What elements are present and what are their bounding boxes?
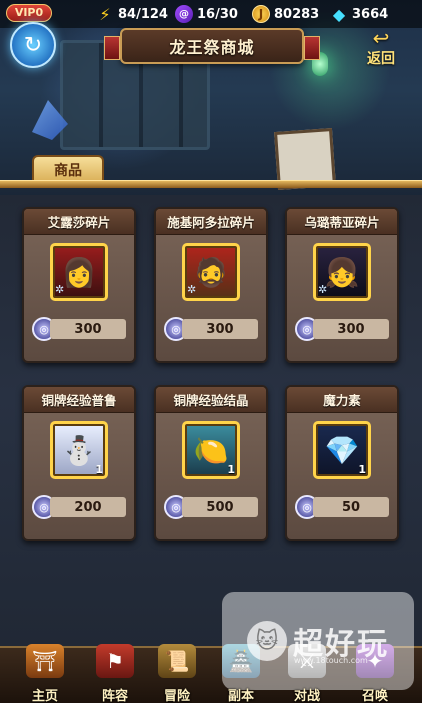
resource-bar: VIP0 ⚡ 84/124 @ 16/30 J 80283 ◆ 3664: [0, 0, 422, 28]
price-bar: 500: [182, 497, 258, 517]
price-bar: 300: [313, 319, 389, 339]
item-count: 1: [95, 463, 103, 476]
price-bar: 300: [50, 319, 126, 339]
shop-item-card[interactable]: 铜牌经验普鲁 ⛄ 1 ◎ 200: [22, 385, 136, 541]
vip-badge[interactable]: VIP0: [6, 4, 52, 22]
fragment-icon: ✲: [318, 283, 328, 296]
shop-item-header: 魔力素: [287, 387, 397, 413]
back-arrow-icon: ↩: [372, 26, 390, 50]
shop-item-name: 魔力素: [323, 393, 361, 408]
item-portrait: 🧔 ✲: [182, 243, 240, 301]
gold-coin-icon: J: [252, 5, 270, 23]
nav-battle-label: 对战: [293, 689, 320, 703]
fragment-icon: ✲: [55, 283, 65, 296]
item-portrait: 🍋 1: [182, 421, 240, 479]
shop-item-card[interactable]: 艾露莎碎片 👩 ✲ ◎ 300: [22, 207, 136, 363]
item-price: 200: [74, 499, 102, 515]
nav-adventure-label: 冒险: [163, 689, 190, 703]
coin-value: 80283: [274, 6, 320, 22]
shop-item-card[interactable]: 施基阿多拉碎片 🧔 ✲ ◎ 300: [154, 207, 268, 363]
item-count: 1: [227, 463, 235, 476]
nav-summon-label: 召唤: [361, 689, 388, 703]
home-icon: ⛩: [26, 644, 64, 678]
tab-goods-label: 商品: [54, 163, 82, 179]
nav-home[interactable]: ⛩ 主页: [14, 644, 76, 703]
shop-item-name: 铜牌经验普鲁: [41, 393, 117, 408]
item-portrait: 💎 1: [313, 421, 371, 479]
nav-lineup-label: 阵容: [101, 689, 128, 703]
nav-lineup[interactable]: ⚑ 阵容: [84, 644, 146, 703]
item-portrait: ⛄ 1: [50, 421, 108, 479]
banner-icon: ⚑: [96, 644, 134, 678]
item-count: 1: [358, 463, 366, 476]
lightning-icon: ⚡: [99, 4, 111, 24]
price-bar: 50: [313, 497, 389, 517]
tab-goods[interactable]: 商品: [32, 155, 104, 183]
price-bar: 200: [50, 497, 126, 517]
back-label: 返回: [367, 51, 395, 67]
shop-item-header: 铜牌经验普鲁: [24, 387, 134, 413]
item-price: 300: [337, 321, 365, 337]
cat-logo-icon: 🐱: [247, 621, 287, 661]
nav-adventure[interactable]: 📜 冒险: [146, 644, 208, 703]
spiral-token-icon: @: [175, 5, 193, 23]
item-portrait: 👩 ✲: [50, 243, 108, 301]
energy-value: 84/124: [118, 6, 168, 22]
shop-item-header: 乌璐蒂亚碎片: [287, 209, 397, 235]
spiral-value: 16/30: [197, 6, 238, 22]
item-price: 500: [206, 499, 234, 515]
fragment-icon: ✲: [187, 283, 197, 296]
energy-counter[interactable]: ⚡ 84/124: [96, 3, 168, 25]
item-price: 300: [74, 321, 102, 337]
item-portrait: 👧 ✲: [313, 243, 371, 301]
shop-item-card[interactable]: 乌璐蒂亚碎片 👧 ✲ ◎ 300: [285, 207, 399, 363]
title-banner: 龙王祭商城: [104, 28, 320, 64]
shop-item-header: 铜牌经验结晶: [156, 387, 266, 413]
shelf-rail: [0, 180, 422, 188]
page-title: 龙王祭商城: [169, 38, 255, 57]
gem-counter[interactable]: ◆ 3664: [330, 3, 388, 25]
shop-item-header: 施基阿多拉碎片: [156, 209, 266, 235]
shop-item-name: 艾露莎碎片: [47, 215, 111, 230]
watermark-url: www.18touch.com: [294, 656, 368, 665]
shop-item-card[interactable]: 铜牌经验结晶 🍋 1 ◎ 500: [154, 385, 268, 541]
spiral-counter[interactable]: @ 16/30: [175, 3, 238, 25]
back-button[interactable]: ↩ 返回: [356, 28, 406, 70]
gem-value: 3664: [352, 6, 389, 22]
item-price: 300: [206, 321, 234, 337]
adventure-book-icon: 📜: [158, 644, 196, 678]
price-bar: 300: [182, 319, 258, 339]
nav-home-label: 主页: [31, 689, 58, 703]
shop-item-header: 艾露莎碎片: [24, 209, 134, 235]
swirl-icon: ↻: [23, 32, 43, 58]
nav-dungeon-label: 副本: [227, 689, 254, 703]
item-price: 50: [341, 499, 361, 515]
floating-menu-button[interactable]: ↻: [10, 22, 56, 68]
shop-item-card[interactable]: 魔力素 💎 1 ◎ 50: [285, 385, 399, 541]
diamond-icon: ◆: [332, 4, 346, 24]
shop-item-name: 铜牌经验结晶: [173, 393, 249, 408]
watermark: 🐱 超好玩 www.18touch.com: [222, 592, 414, 690]
coin-counter[interactable]: J 80283: [252, 3, 319, 25]
shop-item-name: 乌璐蒂亚碎片: [304, 215, 380, 230]
shop-item-name: 施基阿多拉碎片: [167, 215, 255, 230]
